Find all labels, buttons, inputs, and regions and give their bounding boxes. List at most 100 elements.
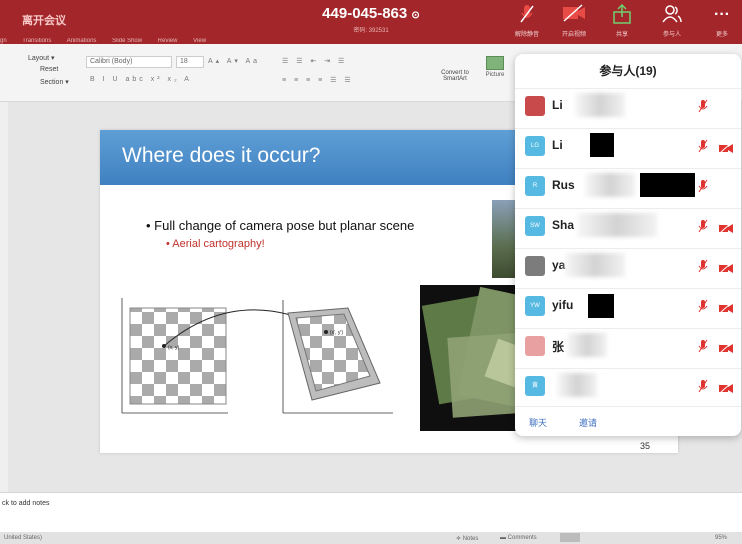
participant-avatar: SW [525,216,545,236]
participant-row[interactable]: 黄 [515,368,741,402]
microphone-muted-icon[interactable] [698,219,708,236]
convert-smartart-button[interactable]: Convert to SmartArt [435,70,475,82]
homography-diagram: (x, y) (x', y') [121,298,393,414]
point-xp-yp [324,330,328,334]
invite-button[interactable]: 邀请 [579,416,597,429]
participant-row[interactable]: ya [515,248,741,282]
notes-toggle-label: Notes [462,536,479,542]
meeting-toolbar: 离开会议 449-045-863 ⊙ 密码: 392531 解除静音 开启视频 … [0,0,742,44]
microphone-muted-icon [505,4,549,26]
notes-toggle[interactable]: ≑ Notes [456,535,478,542]
status-bar: United States) ≑ Notes ▬ Comments 95% [0,532,742,544]
font-grow-buttons[interactable]: A▴ A▾ Aa [208,57,260,65]
normal-view-button[interactable] [560,533,580,542]
participants-panel: 参与人(19) Li LG Li R Rus SW Sha ya YW yifu 张黄 聊天 邀请 [515,54,741,436]
language-status[interactable]: United States) [4,535,42,541]
font-size-select[interactable]: 18 [176,56,204,68]
participant-avatar: R [525,176,545,196]
name-redaction [565,253,625,277]
camera-off-icon [552,4,596,26]
camera-off-icon[interactable] [719,300,733,314]
microphone-muted-icon[interactable] [698,179,708,196]
name-redaction [588,294,614,318]
name-redaction [640,173,695,197]
comments-toggle-label: Comments [507,535,537,541]
camera-off-icon[interactable] [719,380,733,394]
participant-name: yifu [552,298,574,312]
participant-avatar [525,256,545,276]
meeting-id-text: 449-045-863 [322,5,408,22]
more-button[interactable]: ··· 更多 [700,4,742,38]
microphone-muted-icon[interactable] [698,339,708,356]
participant-avatar [525,336,545,356]
camera-off-icon[interactable] [719,140,733,154]
notes-icon: ≑ [456,536,463,542]
participant-avatar: LG [525,136,545,156]
comment-icon: ▬ [500,535,508,541]
point-x-y-label: (x, y) [168,345,179,351]
notes-placeholder: ck to add notes [2,500,50,507]
layout-button[interactable]: Layout ▾ [28,54,54,62]
name-redaction [577,213,657,237]
picture-label: Picture [485,72,505,78]
list-buttons[interactable]: ☰ ☰ ⇤ ⇥ ☰ [282,57,347,65]
participants-label: 参与人 [662,32,681,38]
microphone-muted-icon[interactable] [698,299,708,316]
camera-off-icon[interactable] [719,340,733,354]
section-button[interactable]: Section ▾ [40,78,69,86]
participant-name: Rus [552,178,575,192]
slide-page-number: 35 [640,441,651,451]
notes-pane[interactable]: ck to add notes [0,492,742,532]
comments-toggle[interactable]: ▬ Comments [500,535,537,541]
zoom-level[interactable]: 95% [715,535,727,541]
participant-avatar: 黄 [525,376,545,396]
microphone-muted-icon[interactable] [698,99,708,116]
chat-button[interactable]: 聊天 [529,416,547,429]
name-redaction [567,333,607,357]
picture-button[interactable]: Picture [483,56,507,86]
participant-name: Li [552,138,563,152]
camera-off-icon[interactable] [719,260,733,274]
more-label: 更多 [715,32,728,38]
participant-avatar: YW [525,296,545,316]
unmute-button[interactable]: 解除静音 [505,4,549,38]
participant-name: Sha [552,218,575,232]
participant-avatar [525,96,545,116]
camera-off-icon[interactable] [719,220,733,234]
participant-name: Li [552,98,563,112]
participant-name: 张 [552,340,565,354]
format-buttons[interactable]: B I U abc x² x₂ A [90,76,192,83]
participants-footer: 聊天 邀请 [515,406,741,436]
participant-name: ya [552,258,566,272]
share-label: 共享 [615,32,628,38]
reset-button[interactable]: Reset [40,66,58,73]
more-icon: ··· [714,6,730,23]
name-redaction [557,373,597,397]
participant-row[interactable]: YW yifu [515,288,741,322]
font-family-select[interactable]: Calibri (Body) [86,56,172,68]
start-video-button[interactable]: 开启视频 [552,4,596,38]
share-screen-icon [600,3,644,26]
participant-row[interactable]: LG Li [515,128,741,162]
microphone-muted-icon[interactable] [698,139,708,156]
participants-button[interactable]: 参与人 [650,4,694,38]
participant-row[interactable]: 张 [515,328,741,362]
microphone-muted-icon[interactable] [698,379,708,396]
lock-icon: ⊙ [411,10,420,21]
name-redaction [585,173,635,197]
participants-icon [650,4,694,26]
name-redaction [575,93,625,117]
start-video-label: 开启视频 [561,32,586,38]
name-redaction [590,133,614,157]
point-xp-yp-label: (x', y') [330,330,343,336]
slide-bullet-2: • Aerial cartography! [166,238,265,250]
participant-row[interactable]: R Rus [515,168,741,202]
share-button[interactable]: 共享 [600,3,644,38]
microphone-muted-icon[interactable] [698,259,708,276]
unmute-label: 解除静音 [514,32,539,38]
participant-row[interactable]: SW Sha [515,208,741,242]
slide-title: Where does it occur? [122,144,321,167]
participants-title: 参与人(19) [599,64,657,78]
participant-row[interactable]: Li [515,88,741,122]
align-buttons[interactable]: ≡ ≡ ≡ ≡ ☰ ☰ [282,76,354,84]
